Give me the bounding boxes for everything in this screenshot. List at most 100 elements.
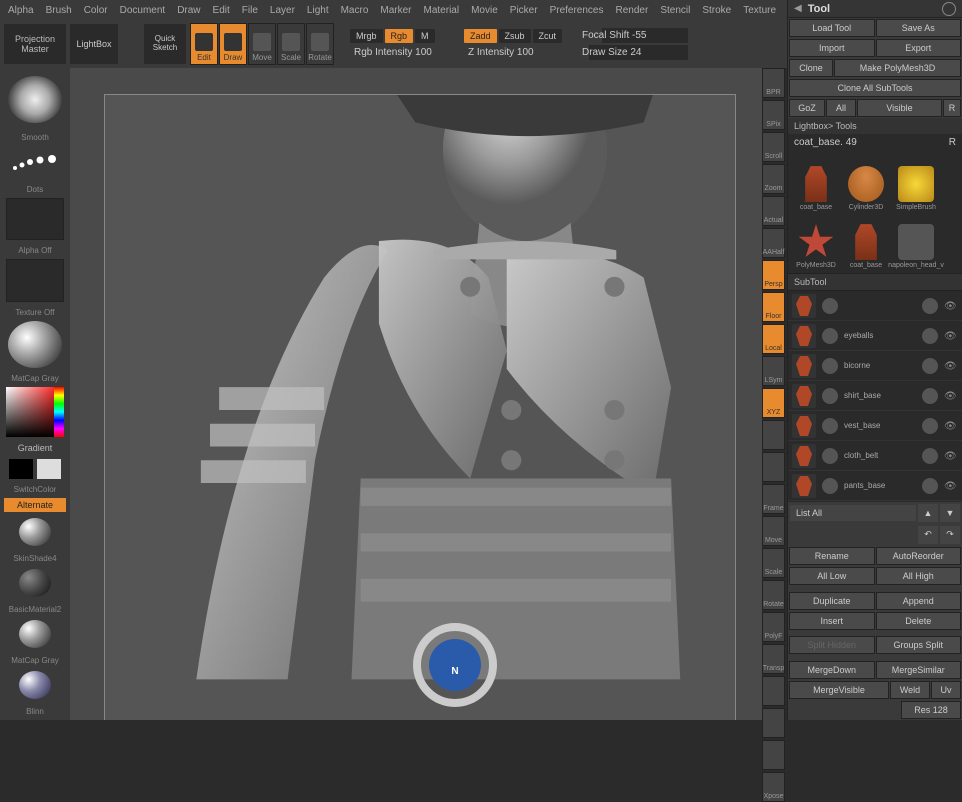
zadd-button[interactable]: Zadd bbox=[464, 29, 497, 43]
subtool-header[interactable]: SubTool bbox=[788, 273, 962, 291]
color-swatch-secondary[interactable] bbox=[37, 459, 61, 479]
groups-split-button[interactable]: Groups Split bbox=[876, 636, 962, 654]
menu-stencil[interactable]: Stencil bbox=[660, 5, 690, 16]
rgb-intensity-slider[interactable]: Rgb Intensity 100 bbox=[350, 45, 460, 60]
color-swatch-main[interactable] bbox=[9, 459, 33, 479]
move-mode-button[interactable]: Move bbox=[248, 23, 276, 65]
quick-sketch-button[interactable]: Quick Sketch bbox=[144, 24, 186, 64]
viewport-icon[interactable] bbox=[762, 740, 785, 770]
mat-slot-1[interactable] bbox=[19, 518, 51, 546]
viewport-icon[interactable] bbox=[762, 708, 785, 738]
subtool-vest_base[interactable]: vest_base👁 bbox=[788, 411, 962, 441]
viewport-icon[interactable] bbox=[762, 420, 785, 450]
viewport-icon[interactable] bbox=[762, 676, 785, 706]
goz-visible-button[interactable]: Visible bbox=[857, 99, 942, 117]
save-as-button[interactable]: Save As bbox=[876, 19, 962, 37]
mergedown-button[interactable]: MergeDown bbox=[789, 661, 875, 679]
goz-button[interactable]: GoZ bbox=[789, 99, 825, 117]
uv-button[interactable]: Uv bbox=[931, 681, 961, 699]
brush-thumbnail[interactable] bbox=[8, 76, 62, 123]
LSym-icon[interactable]: LSym bbox=[762, 356, 785, 386]
switchcolor-button[interactable]: SwitchColor bbox=[14, 485, 57, 494]
lightbox-button[interactable]: LightBox bbox=[70, 24, 118, 64]
rename-button[interactable]: Rename bbox=[789, 547, 875, 565]
mergesimilar-button[interactable]: MergeSimilar bbox=[876, 661, 962, 679]
subtool-down-icon[interactable]: ▼ bbox=[940, 504, 960, 522]
color-picker[interactable] bbox=[6, 387, 64, 438]
goz-r-button[interactable]: R bbox=[943, 99, 961, 117]
material-thumbnail[interactable] bbox=[8, 321, 62, 368]
Rotate-icon[interactable]: Rotate bbox=[762, 580, 785, 610]
menu-movie[interactable]: Movie bbox=[471, 5, 498, 16]
menu-render[interactable]: Render bbox=[616, 5, 649, 16]
PolyF-icon[interactable]: PolyF bbox=[762, 612, 785, 642]
m-button[interactable]: M bbox=[415, 29, 435, 43]
subtool-shirt_base[interactable]: shirt_base👁 bbox=[788, 381, 962, 411]
mat-slot-3[interactable] bbox=[19, 620, 51, 648]
tool-item-PolyMesh3D[interactable]: PolyMesh3D bbox=[792, 213, 840, 269]
menu-file[interactable]: File bbox=[242, 5, 258, 16]
subtool-bicorne[interactable]: bicorne👁 bbox=[788, 351, 962, 381]
subtool-pants_base[interactable]: pants_base👁 bbox=[788, 471, 962, 501]
viewport-icon[interactable] bbox=[762, 452, 785, 482]
list-all-button[interactable]: List All bbox=[790, 505, 916, 521]
texture-slot[interactable] bbox=[6, 259, 64, 301]
viewport[interactable]: N bbox=[70, 68, 762, 720]
Scroll-icon[interactable]: Scroll bbox=[762, 132, 785, 162]
rgb-button[interactable]: Rgb bbox=[385, 29, 414, 43]
menu-marker[interactable]: Marker bbox=[380, 5, 411, 16]
menu-preferences[interactable]: Preferences bbox=[550, 5, 604, 16]
menu-alpha[interactable]: Alpha bbox=[8, 5, 34, 16]
clone-button[interactable]: Clone bbox=[789, 59, 833, 77]
Scale-icon[interactable]: Scale bbox=[762, 548, 785, 578]
menu-brush[interactable]: Brush bbox=[46, 5, 72, 16]
subtool-cloth_belt[interactable]: cloth_belt👁 bbox=[788, 441, 962, 471]
tool-item-napoleon_head_v[interactable]: napoleon_head_v bbox=[892, 213, 940, 269]
import-button[interactable]: Import bbox=[789, 39, 875, 57]
tool-item-coat_base[interactable]: coat_base bbox=[792, 155, 840, 211]
menu-edit[interactable]: Edit bbox=[213, 5, 230, 16]
res-slider[interactable]: Res 128 bbox=[901, 701, 961, 719]
menu-macro[interactable]: Macro bbox=[341, 5, 369, 16]
alternate-button[interactable]: Alternate bbox=[4, 498, 66, 512]
menu-color[interactable]: Color bbox=[84, 5, 108, 16]
subtool-item[interactable]: 👁 bbox=[788, 291, 962, 321]
draw-mode-button[interactable]: Draw bbox=[219, 23, 247, 65]
goz-all-button[interactable]: All bbox=[826, 99, 856, 117]
delete-button[interactable]: Delete bbox=[876, 612, 962, 630]
mat-slot-2[interactable] bbox=[19, 569, 51, 597]
stroke-thumbnail[interactable] bbox=[8, 146, 62, 179]
tool-item-coat_base[interactable]: coat_base bbox=[842, 213, 890, 269]
insert-button[interactable]: Insert bbox=[789, 612, 875, 630]
zcut-button[interactable]: Zcut bbox=[533, 29, 563, 43]
all-low-button[interactable]: All Low bbox=[789, 567, 875, 585]
Xpose-icon[interactable]: Xpose bbox=[762, 772, 785, 802]
palette-collapse-icon[interactable] bbox=[942, 2, 956, 16]
Local-icon[interactable]: Local bbox=[762, 324, 785, 354]
Zoom-icon[interactable]: Zoom bbox=[762, 164, 785, 194]
Actual-icon[interactable]: Actual bbox=[762, 196, 785, 226]
Persp-icon[interactable]: Persp bbox=[762, 260, 785, 290]
menu-draw[interactable]: Draw bbox=[177, 5, 200, 16]
gradient-label[interactable]: Gradient bbox=[18, 443, 53, 453]
lightbox-tools-header[interactable]: Lightbox> Tools bbox=[788, 118, 962, 134]
z-intensity-slider[interactable]: Z Intensity 100 bbox=[464, 45, 574, 60]
menu-light[interactable]: Light bbox=[307, 5, 329, 16]
make-polymesh-button[interactable]: Make PolyMesh3D bbox=[834, 59, 961, 77]
Floor-icon[interactable]: Floor bbox=[762, 292, 785, 322]
BPR-icon[interactable]: BPR bbox=[762, 68, 785, 98]
rotate-mode-button[interactable]: Rotate bbox=[306, 23, 334, 65]
tool-item-SimpleBrush[interactable]: SimpleBrush bbox=[892, 155, 940, 211]
scale-mode-button[interactable]: Scale bbox=[277, 23, 305, 65]
mat-slot-4[interactable] bbox=[19, 671, 51, 699]
clone-all-subtools-button[interactable]: Clone All SubTools bbox=[789, 79, 961, 97]
SPix-icon[interactable]: SPix bbox=[762, 100, 785, 130]
mergevisible-button[interactable]: MergeVisible bbox=[789, 681, 889, 699]
all-high-button[interactable]: All High bbox=[876, 567, 962, 585]
subtool-eyeballs[interactable]: eyeballs👁 bbox=[788, 321, 962, 351]
XYZ-icon[interactable]: XYZ bbox=[762, 388, 785, 418]
autoreorder-button[interactable]: AutoReorder bbox=[876, 547, 962, 565]
draw-size-slider[interactable]: Draw Size 24 bbox=[578, 45, 688, 60]
Move-icon[interactable]: Move bbox=[762, 516, 785, 546]
menu-texture[interactable]: Texture bbox=[743, 5, 776, 16]
